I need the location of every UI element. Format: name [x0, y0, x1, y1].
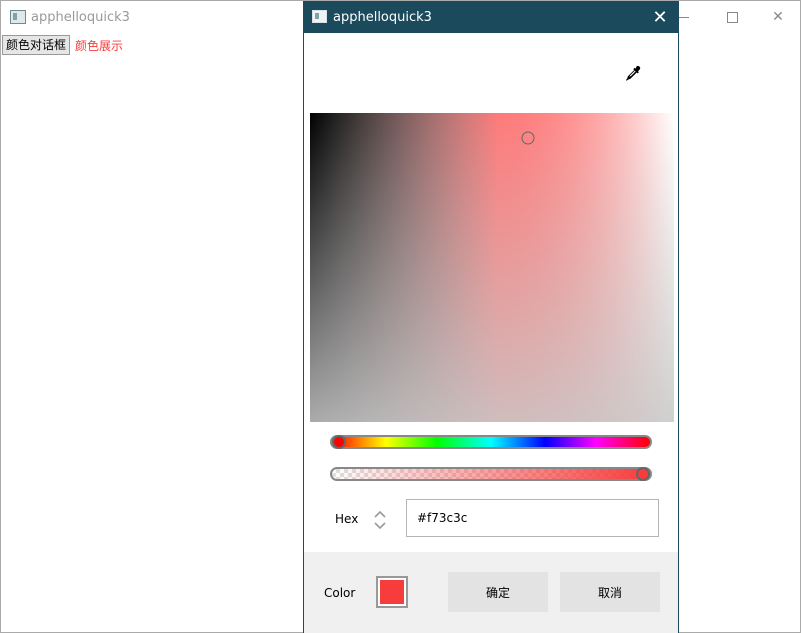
color-dialog: apphelloquick3 ✕ Hex Color 确定 取消 — [303, 1, 679, 633]
color-swatch-fill — [380, 580, 404, 604]
app-icon — [312, 10, 327, 23]
dialog-footer: Color 确定 取消 — [304, 552, 678, 633]
alpha-slider-handle[interactable] — [636, 467, 650, 481]
saturation-value-plane[interactable] — [310, 113, 674, 422]
format-label: Hex — [335, 512, 359, 526]
app-icon — [10, 10, 26, 24]
ok-button[interactable]: 确定 — [448, 572, 548, 612]
hue-slider[interactable] — [330, 435, 652, 449]
up-down-chevron-icon[interactable] — [372, 508, 388, 532]
open-color-dialog-button[interactable]: 颜色对话框 — [2, 35, 71, 55]
color-label: Color — [324, 586, 356, 600]
hue-slider-handle[interactable] — [332, 435, 346, 449]
eyedropper-icon[interactable] — [622, 63, 644, 85]
cancel-button[interactable]: 取消 — [560, 572, 660, 612]
color-display-label: 颜色展示 — [75, 39, 124, 53]
main-window-title: apphelloquick3 — [31, 10, 130, 25]
dialog-title: apphelloquick3 — [333, 10, 432, 25]
maximize-icon[interactable] — [709, 1, 755, 33]
color-picker-handle[interactable] — [521, 131, 535, 145]
color-swatch — [376, 576, 408, 608]
close-icon[interactable]: ✕ — [642, 1, 678, 33]
dialog-titlebar: apphelloquick3 ✕ — [304, 1, 678, 33]
alpha-slider[interactable] — [330, 467, 652, 481]
close-icon[interactable]: ✕ — [755, 1, 801, 33]
hex-input[interactable] — [406, 499, 659, 537]
